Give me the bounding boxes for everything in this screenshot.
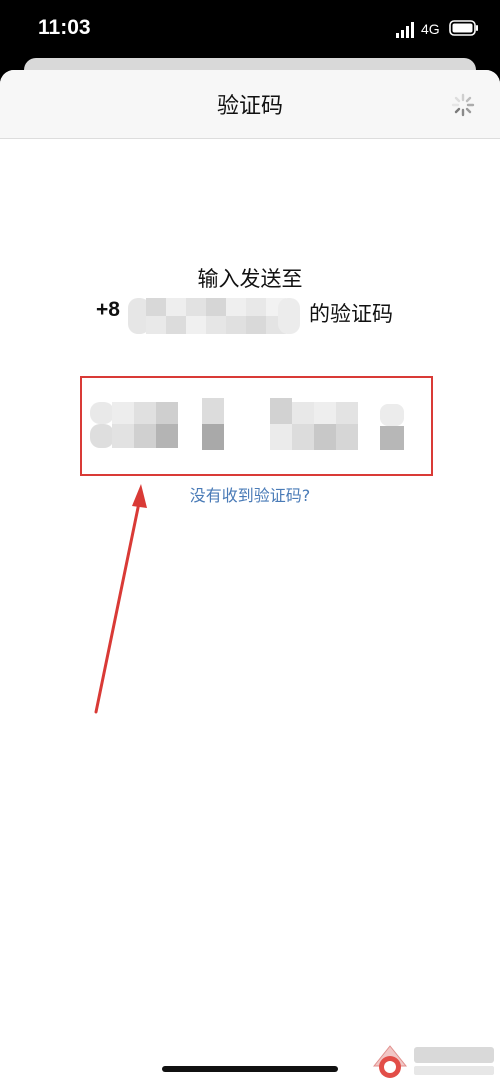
home-indicator bbox=[162, 1066, 338, 1072]
phone-number-line: +8 的验证码 bbox=[96, 296, 426, 334]
android-logo-icon bbox=[372, 1045, 494, 1078]
network-label: 4G bbox=[421, 21, 440, 37]
phone-prefix: +8 bbox=[96, 298, 120, 321]
verification-code-input[interactable] bbox=[80, 376, 433, 476]
status-bar: 11:03 4G bbox=[0, 0, 500, 62]
signal-icon bbox=[396, 22, 414, 38]
phone-suffix: 的验证码 bbox=[309, 302, 393, 326]
prompt-text: 输入发送至 bbox=[197, 267, 303, 291]
phone-number-mosaic bbox=[128, 298, 300, 334]
spinner-icon bbox=[451, 93, 475, 117]
nav-bar: 验证码 bbox=[0, 70, 500, 139]
modal-sheet: 验证码 输入发送至 +8 的验证码 没有收到验证码? bbox=[0, 70, 500, 1083]
red-annotation-arrow bbox=[94, 484, 147, 714]
resend-code-link[interactable]: 没有收到验证码? bbox=[0, 482, 500, 506]
status-time: 11:03 bbox=[38, 16, 91, 39]
battery-icon bbox=[449, 20, 478, 36]
page-title: 验证码 bbox=[216, 94, 283, 119]
verification-code-mosaic bbox=[90, 398, 404, 450]
